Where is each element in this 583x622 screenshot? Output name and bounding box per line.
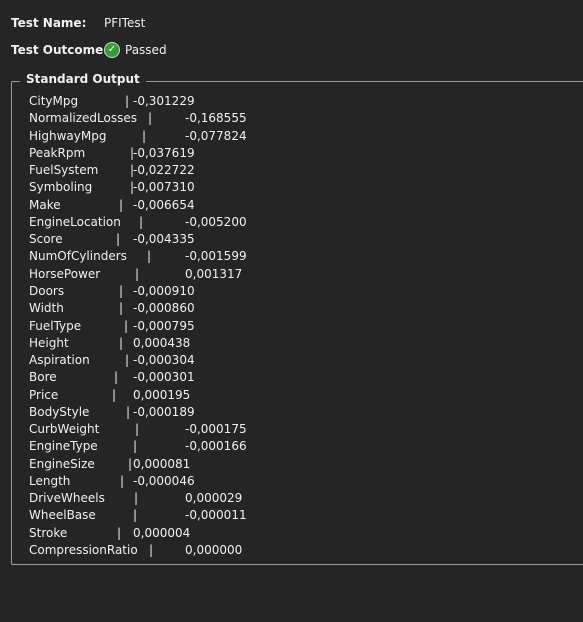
separator-bar: | [125, 94, 130, 108]
feature-value: -0,077824 [185, 128, 247, 143]
feature-value: -0,022722 [133, 163, 195, 178]
feature-name: Width [29, 301, 64, 316]
feature-name: EngineType [29, 439, 98, 454]
separator-bar: | [119, 335, 124, 350]
feature-name: FuelSystem [29, 163, 99, 178]
separator-bar: | [120, 473, 125, 488]
feature-name: Bore [29, 370, 57, 385]
feature-value: -0,000795 [133, 318, 195, 333]
test-name-value: PFITest [104, 16, 146, 30]
separator-bar: | [119, 301, 124, 316]
feature-name: NumOfCylinders [29, 249, 127, 264]
feature-value: 0,000004 [133, 525, 191, 540]
feature-name: Aspiration [29, 353, 90, 368]
feature-name: EngineLocation [29, 214, 121, 229]
feature-value: -0,037619 [133, 145, 195, 160]
feature-value: -0,007310 [133, 180, 195, 195]
feature-value: -0,000166 [185, 439, 247, 454]
feature-name: WheelBase [29, 508, 96, 523]
separator-bar: | [133, 439, 138, 454]
separator-bar: | [149, 543, 154, 558]
standard-output-title: Standard Output [20, 72, 146, 86]
feature-name: HighwayMpg [29, 128, 107, 143]
feature-value: -0,005200 [185, 214, 247, 229]
separator-bar: | [112, 387, 117, 402]
feature-value: 0,000438 [133, 335, 191, 350]
feature-value: -0,000910 [133, 283, 195, 298]
test-outcome-label: Test Outcome: [11, 43, 109, 57]
feature-value: -0,000011 [185, 508, 247, 523]
feature-value: 0,001317 [185, 266, 243, 281]
feature-name: Stroke [29, 525, 68, 540]
feature-value: -0,000046 [133, 473, 195, 488]
separator-bar: | [119, 197, 124, 212]
feature-name: DriveWheels [29, 491, 105, 506]
separator-bar: | [134, 491, 139, 506]
feature-name: Doors [29, 283, 65, 298]
feature-value: -0,000860 [133, 301, 195, 316]
feature-name: Length [29, 473, 71, 488]
test-outcome-value: Passed [125, 43, 167, 57]
separator-bar: | [135, 422, 140, 437]
separator-bar: | [119, 283, 124, 298]
separator-bar: | [117, 525, 122, 540]
feature-value: -0,000301 [133, 370, 195, 385]
feature-value: -0,004335 [133, 232, 195, 247]
feature-name: BodyStyle [29, 404, 90, 419]
feature-name: Score [29, 232, 63, 247]
feature-name: Symboling [29, 180, 93, 195]
separator-bar: | [116, 232, 121, 247]
separator-bar: | [125, 353, 130, 368]
separator-bar: | [147, 249, 152, 264]
feature-name: PeakRpm [29, 145, 86, 160]
feature-value: 0,000029 [185, 491, 243, 506]
separator-bar: | [124, 318, 129, 333]
separator-bar: | [139, 214, 144, 229]
feature-name: Price [29, 387, 59, 402]
separator-bar: | [135, 266, 140, 281]
separator-bar: | [126, 404, 131, 419]
test-name-label: Test Name: [11, 16, 87, 30]
feature-value: -0,301229 [133, 94, 195, 108]
feature-name: Height [29, 335, 69, 350]
feature-value: -0,000175 [185, 422, 247, 437]
feature-name: CompressionRatio [29, 543, 138, 558]
check-circle-icon: ✓ [104, 42, 120, 58]
feature-value: -0,001599 [185, 249, 247, 264]
separator-bar: | [133, 508, 138, 523]
feature-value: -0,000189 [133, 404, 195, 419]
feature-name: NormalizedLosses [29, 111, 138, 126]
feature-name: EngineSize [29, 456, 95, 471]
feature-name: Make [29, 197, 61, 212]
feature-name: HorsePower [29, 266, 101, 281]
separator-bar: | [128, 456, 133, 471]
feature-name: CityMpg [29, 94, 79, 108]
feature-value: 0,000000 [185, 543, 243, 558]
feature-name: CurbWeight [29, 422, 100, 437]
feature-value: 0,000081 [133, 456, 191, 471]
feature-value: -0,000304 [133, 353, 195, 368]
separator-bar: | [142, 128, 147, 143]
separator-bar: | [114, 370, 119, 385]
feature-value: -0,168555 [185, 111, 247, 126]
feature-name: FuelType [29, 318, 82, 333]
feature-value: -0,006654 [133, 197, 195, 212]
separator-bar: | [148, 111, 153, 126]
feature-value: 0,000195 [133, 387, 191, 402]
